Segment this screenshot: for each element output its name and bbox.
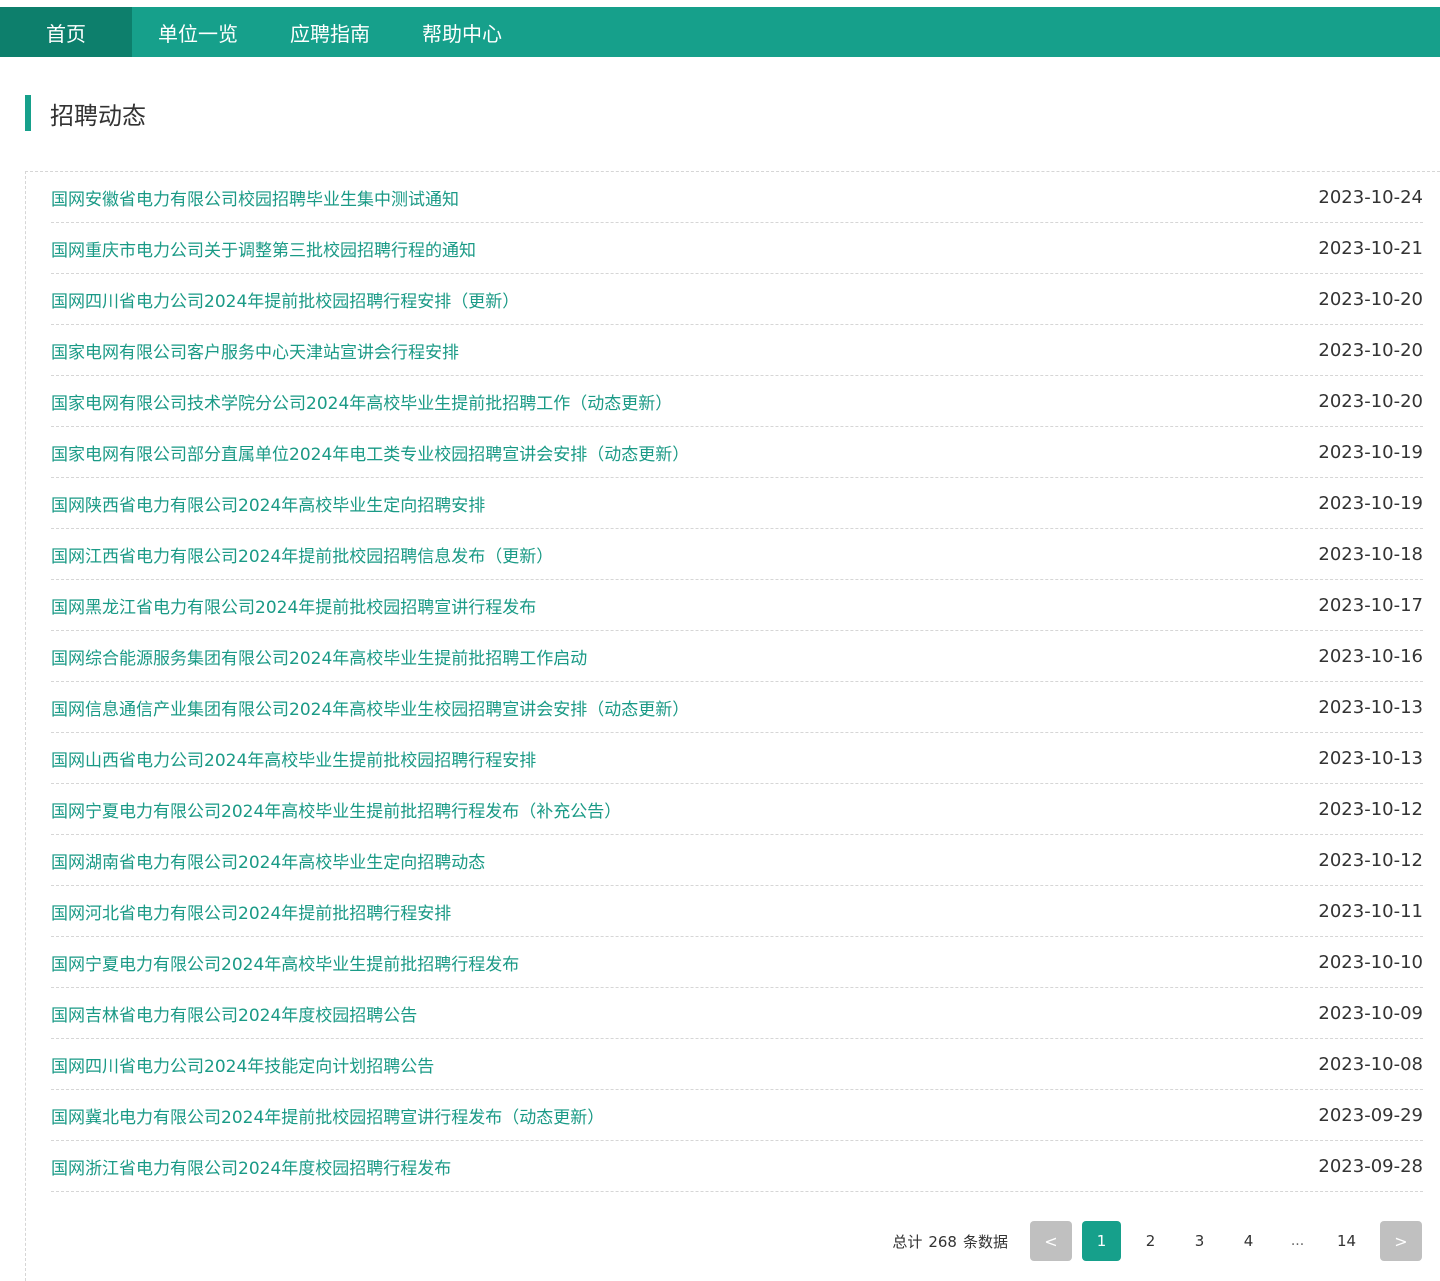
news-title-link[interactable]: 国网黑龙江省电力有限公司2024年提前批校园招聘宣讲行程发布 — [51, 593, 536, 618]
news-row: 国网浙江省电力有限公司2024年度校园招聘行程发布 2023-09-28 — [51, 1141, 1423, 1192]
news-title-link[interactable]: 国网重庆市电力公司关于调整第三批校园招聘行程的通知 — [51, 236, 476, 261]
news-date: 2023-10-20 — [1318, 339, 1423, 361]
news-date: 2023-10-09 — [1318, 1002, 1423, 1024]
news-date: 2023-10-21 — [1318, 237, 1423, 259]
news-date: 2023-10-24 — [1318, 186, 1423, 208]
section-accent-bar — [25, 95, 31, 131]
news-row: 国网山西省电力公司2024年高校毕业生提前批校园招聘行程安排 2023-10-13 — [51, 733, 1423, 784]
news-date: 2023-09-28 — [1318, 1155, 1423, 1177]
news-row: 国网宁夏电力有限公司2024年高校毕业生提前批招聘行程发布（补充公告） 2023-… — [51, 784, 1423, 835]
nav-item-help[interactable]: 帮助中心 — [396, 7, 528, 57]
news-title-link[interactable]: 国网陕西省电力有限公司2024年高校毕业生定向招聘安排 — [51, 491, 485, 516]
total-count-text: 总计 268 条数据 — [892, 1231, 1008, 1252]
page-button-3[interactable]: 3 — [1180, 1221, 1219, 1261]
news-row: 国家电网有限公司客户服务中心天津站宣讲会行程安排 2023-10-20 — [51, 325, 1423, 376]
news-date: 2023-10-20 — [1318, 288, 1423, 310]
news-title-link[interactable]: 国网宁夏电力有限公司2024年高校毕业生提前批招聘行程发布 — [51, 950, 519, 975]
news-title-link[interactable]: 国网冀北电力有限公司2024年提前批校园招聘宣讲行程发布（动态更新） — [51, 1103, 604, 1128]
news-row: 国网四川省电力公司2024年技能定向计划招聘公告 2023-10-08 — [51, 1039, 1423, 1090]
page-button-1[interactable]: 1 — [1082, 1221, 1121, 1261]
news-row: 国家电网有限公司部分直属单位2024年电工类专业校园招聘宣讲会安排（动态更新） 2… — [51, 427, 1423, 478]
news-title-link[interactable]: 国网宁夏电力有限公司2024年高校毕业生提前批招聘行程发布（补充公告） — [51, 797, 621, 822]
nav-item-units[interactable]: 单位一览 — [132, 7, 264, 57]
total-count: 268 — [928, 1232, 957, 1251]
top-strip — [0, 0, 1440, 7]
prev-page-button[interactable]: < — [1030, 1221, 1072, 1261]
news-row: 国网湖南省电力有限公司2024年高校毕业生定向招聘动态 2023-10-12 — [51, 835, 1423, 886]
news-row: 国网安徽省电力有限公司校园招聘毕业生集中测试通知 2023-10-24 — [51, 172, 1423, 223]
nav-item-guide[interactable]: 应聘指南 — [264, 7, 396, 57]
news-title-link[interactable]: 国网江西省电力有限公司2024年提前批校园招聘信息发布（更新） — [51, 542, 553, 567]
news-row: 国网吉林省电力有限公司2024年度校园招聘公告 2023-10-09 — [51, 988, 1423, 1039]
news-date: 2023-10-17 — [1318, 594, 1423, 616]
news-title-link[interactable]: 国家电网有限公司客户服务中心天津站宣讲会行程安排 — [51, 338, 459, 363]
news-row: 国网信息通信产业集团有限公司2024年高校毕业生校园招聘宣讲会安排（动态更新） 2… — [51, 682, 1423, 733]
news-date: 2023-10-19 — [1318, 441, 1423, 463]
news-date: 2023-10-12 — [1318, 798, 1423, 820]
section-header: 招聘动态 — [25, 95, 146, 131]
news-row: 国网四川省电力公司2024年提前批校园招聘行程安排（更新） 2023-10-20 — [51, 274, 1423, 325]
news-title-link[interactable]: 国网安徽省电力有限公司校园招聘毕业生集中测试通知 — [51, 185, 459, 210]
news-row: 国网冀北电力有限公司2024年提前批校园招聘宣讲行程发布（动态更新） 2023-0… — [51, 1090, 1423, 1141]
news-row: 国网河北省电力有限公司2024年提前批招聘行程安排 2023-10-11 — [51, 886, 1423, 937]
news-title-link[interactable]: 国网四川省电力公司2024年提前批校园招聘行程安排（更新） — [51, 287, 519, 312]
news-date: 2023-10-20 — [1318, 390, 1423, 412]
next-page-button[interactable]: > — [1380, 1221, 1422, 1261]
news-list: 国网安徽省电力有限公司校园招聘毕业生集中测试通知 2023-10-24 国网重庆市… — [51, 172, 1423, 1192]
news-row: 国网黑龙江省电力有限公司2024年提前批校园招聘宣讲行程发布 2023-10-17 — [51, 580, 1423, 631]
page-button-last[interactable]: 14 — [1327, 1221, 1366, 1261]
pagination: 总计 268 条数据 < 1 2 3 4 ... 14 > — [892, 1221, 1422, 1261]
news-date: 2023-10-19 — [1318, 492, 1423, 514]
news-date: 2023-10-13 — [1318, 747, 1423, 769]
news-title-link[interactable]: 国网浙江省电力有限公司2024年度校园招聘行程发布 — [51, 1154, 451, 1179]
news-row: 国网宁夏电力有限公司2024年高校毕业生提前批招聘行程发布 2023-10-10 — [51, 937, 1423, 988]
news-title-link[interactable]: 国网山西省电力公司2024年高校毕业生提前批校园招聘行程安排 — [51, 746, 536, 771]
news-date: 2023-10-18 — [1318, 543, 1423, 565]
section-title: 招聘动态 — [50, 101, 146, 130]
main-nav: 首页 单位一览 应聘指南 帮助中心 — [0, 7, 1440, 57]
news-date: 2023-10-16 — [1318, 645, 1423, 667]
news-date: 2023-10-11 — [1318, 900, 1423, 922]
news-title-link[interactable]: 国网湖南省电力有限公司2024年高校毕业生定向招聘动态 — [51, 848, 485, 873]
news-row: 国网陕西省电力有限公司2024年高校毕业生定向招聘安排 2023-10-19 — [51, 478, 1423, 529]
news-date: 2023-10-10 — [1318, 951, 1423, 973]
nav-item-home[interactable]: 首页 — [0, 7, 132, 57]
news-title-link[interactable]: 国网信息通信产业集团有限公司2024年高校毕业生校园招聘宣讲会安排（动态更新） — [51, 695, 689, 720]
news-date: 2023-09-29 — [1318, 1104, 1423, 1126]
news-row: 国网重庆市电力公司关于调整第三批校园招聘行程的通知 2023-10-21 — [51, 223, 1423, 274]
news-date: 2023-10-12 — [1318, 849, 1423, 871]
news-title-link[interactable]: 国网吉林省电力有限公司2024年度校园招聘公告 — [51, 1001, 417, 1026]
news-title-link[interactable]: 国网河北省电力有限公司2024年提前批招聘行程安排 — [51, 899, 451, 924]
total-suffix: 条数据 — [962, 1232, 1008, 1251]
total-prefix: 总计 — [892, 1232, 923, 1251]
page-button-2[interactable]: 2 — [1131, 1221, 1170, 1261]
news-title-link[interactable]: 国家电网有限公司技术学院分公司2024年高校毕业生提前批招聘工作（动态更新） — [51, 389, 672, 414]
news-row: 国网江西省电力有限公司2024年提前批校园招聘信息发布（更新） 2023-10-1… — [51, 529, 1423, 580]
page-ellipsis: ... — [1290, 1233, 1305, 1249]
news-title-link[interactable]: 国网综合能源服务集团有限公司2024年高校毕业生提前批招聘工作启动 — [51, 644, 587, 669]
news-title-link[interactable]: 国家电网有限公司部分直属单位2024年电工类专业校园招聘宣讲会安排（动态更新） — [51, 440, 689, 465]
news-date: 2023-10-13 — [1318, 696, 1423, 718]
news-date: 2023-10-08 — [1318, 1053, 1423, 1075]
news-title-link[interactable]: 国网四川省电力公司2024年技能定向计划招聘公告 — [51, 1052, 434, 1077]
news-row: 国家电网有限公司技术学院分公司2024年高校毕业生提前批招聘工作（动态更新） 20… — [51, 376, 1423, 427]
page-button-4[interactable]: 4 — [1229, 1221, 1268, 1261]
news-row: 国网综合能源服务集团有限公司2024年高校毕业生提前批招聘工作启动 2023-10… — [51, 631, 1423, 682]
